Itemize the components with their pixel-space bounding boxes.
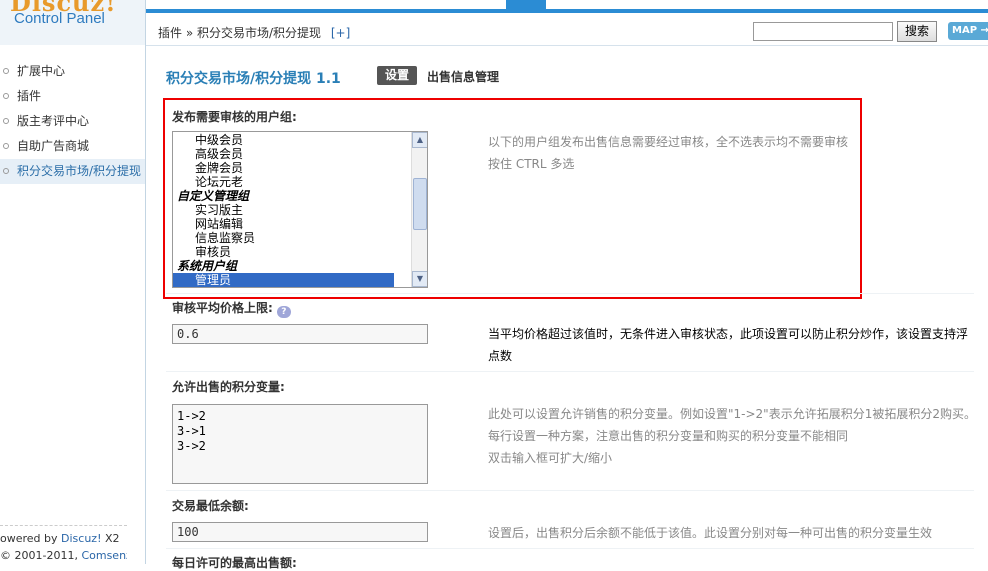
audit-groups-options: 中级会员 高级会员 金牌会员 论坛元老 自定义管理组 实习版主 网站编辑 信息监察员 审核员 系统…	[173, 133, 411, 287]
add-shortcut-button[interactable]: [+]	[331, 26, 350, 40]
arrow-icon: →	[980, 25, 988, 36]
powered-by: owered by Discuz! X2	[0, 530, 127, 547]
sidebar-item-moderator-review[interactable]: 版主考评中心	[0, 109, 145, 134]
select-option[interactable]: 审核员	[173, 245, 411, 259]
bullet-icon	[3, 143, 9, 149]
copyright-prefix: © 2001-2011,	[0, 549, 78, 562]
copyright: © 2001-2011, Comsenz Inc.	[0, 547, 127, 564]
scroll-up-icon[interactable]: ▲	[412, 132, 427, 148]
sidebar: Discuz! Control Panel 扩展中心 插件 版主考评中心 自助广…	[0, 0, 146, 564]
map-button[interactable]: MAP →	[948, 22, 988, 40]
avg-price-label-text: 审核平均价格上限:	[172, 301, 273, 315]
logo-area: Discuz! Control Panel	[0, 0, 145, 45]
side-nav: 扩展中心 插件 版主考评中心 自助广告商城 积分交易市场/积分提现	[0, 59, 145, 184]
credit-vars-desc-line1: 此处可以设置允许销售的积分变量。例如设置"1->2"表示允许拓展积分1被拓展积分…	[488, 407, 976, 443]
select-option[interactable]: 网站编辑	[173, 217, 411, 231]
top-strip	[146, 0, 988, 13]
tab-sale-manage[interactable]: 出售信息管理	[427, 68, 499, 85]
sidebar-footer: owered by Discuz! X2 © 2001-2011, Comsen…	[0, 525, 127, 564]
daily-max-label: 每日许可的最高出售额:	[172, 556, 297, 570]
discuz-link[interactable]: Discuz!	[61, 532, 101, 545]
divider	[166, 548, 974, 549]
map-label: MAP	[952, 25, 978, 36]
audit-groups-desc: 以下的用户组发布出售信息需要经过审核，全不选表示均不需要审核 按住 CTRL 多…	[488, 131, 978, 175]
min-balance-desc: 设置后，出售积分后余额不能低于该值。此设置分别对每一种可出售的积分变量生效	[488, 526, 933, 540]
control-panel-label: Control Panel	[14, 10, 105, 27]
credit-vars-desc: 此处可以设置允许销售的积分变量。例如设置"1->2"表示允许拓展积分1被拓展积分…	[488, 403, 978, 469]
sidebar-item-label: 插件	[17, 89, 42, 103]
sidebar-item-extension-center[interactable]: 扩展中心	[0, 59, 145, 84]
scroll-thumb[interactable]	[413, 178, 427, 230]
bullet-icon	[3, 118, 9, 124]
breadcrumb-text: 插件 » 积分交易市场/积分提现	[158, 26, 322, 40]
breadcrumb-bar: 插件 » 积分交易市场/积分提现 [+] 搜索 MAP →	[146, 13, 988, 46]
select-option[interactable]: 信息监察员	[173, 231, 411, 245]
audit-groups-select[interactable]: 中级会员 高级会员 金牌会员 论坛元老 自定义管理组 实习版主 网站编辑 信息监察员 审核员 系统…	[172, 131, 428, 288]
sidebar-item-label: 自助广告商城	[17, 139, 90, 153]
min-balance-input[interactable]: 100	[172, 522, 428, 542]
bullet-icon	[3, 93, 9, 99]
select-option[interactable]: 金牌会员	[173, 161, 411, 175]
select-option[interactable]: 实习版主	[173, 203, 411, 217]
sidebar-item-credit-market[interactable]: 积分交易市场/积分提现	[0, 159, 145, 184]
audit-groups-label: 发布需要审核的用户组:	[172, 110, 297, 124]
select-option[interactable]: 高级会员	[173, 147, 411, 161]
powered-prefix: owered by	[0, 532, 58, 545]
avg-price-desc: 当平均价格超过该值时，无条件进入审核状态，此项设置可以防止积分炒作，该设置支持浮…	[488, 327, 969, 363]
tab-settings[interactable]: 设置	[377, 66, 417, 85]
avg-price-label: 审核平均价格上限:?	[172, 299, 291, 318]
min-balance-label: 交易最低余额:	[172, 499, 249, 513]
divider	[166, 293, 974, 294]
version-label: X2	[104, 532, 120, 545]
credit-vars-label: 允许出售的积分变量:	[172, 380, 285, 394]
sidebar-item-label: 扩展中心	[17, 64, 66, 78]
sidebar-item-ad-mall[interactable]: 自助广告商城	[0, 134, 145, 159]
breadcrumb: 插件 » 积分交易市场/积分提现 [+]	[158, 24, 350, 41]
avg-price-input[interactable]: 0.6	[172, 324, 428, 344]
credit-vars-desc-line2: 双击输入框可扩大/缩小	[488, 451, 613, 465]
sidebar-item-plugins[interactable]: 插件	[0, 84, 145, 109]
scrollbar[interactable]: ▲ ▼	[411, 132, 427, 287]
search-button[interactable]: 搜索	[897, 21, 937, 42]
main-content: 积分交易市场/积分提现 1.1 设置 出售信息管理 发布需要审核的用户组: 中级…	[163, 46, 988, 570]
divider	[166, 371, 974, 372]
audit-groups-desc-line1: 以下的用户组发布出售信息需要经过审核，全不选表示均不需要审核	[488, 135, 849, 149]
credit-vars-textarea[interactable]: 1->2 3->1 3->2	[172, 404, 428, 484]
comsenz-link[interactable]: Comsenz Inc.	[81, 549, 127, 562]
divider	[166, 490, 974, 491]
bullet-icon	[3, 168, 9, 174]
scroll-down-icon[interactable]: ▼	[412, 271, 427, 287]
bullet-icon	[3, 68, 9, 74]
select-option[interactable]: 中级会员	[173, 133, 411, 147]
sidebar-item-label: 积分交易市场/积分提现	[17, 164, 142, 178]
select-option[interactable]: 论坛元老	[173, 175, 411, 189]
search-input[interactable]	[753, 22, 893, 41]
page-title: 积分交易市场/积分提现 1.1	[166, 71, 341, 87]
question-icon[interactable]: ?	[276, 306, 291, 318]
sidebar-item-label: 版主考评中心	[17, 114, 90, 128]
option-group: 自定义管理组	[177, 189, 250, 203]
select-option[interactable]: 管理员	[173, 273, 394, 287]
audit-groups-desc-line2: 按住 CTRL 多选	[488, 157, 575, 171]
option-group: 系统用户组	[177, 259, 238, 273]
